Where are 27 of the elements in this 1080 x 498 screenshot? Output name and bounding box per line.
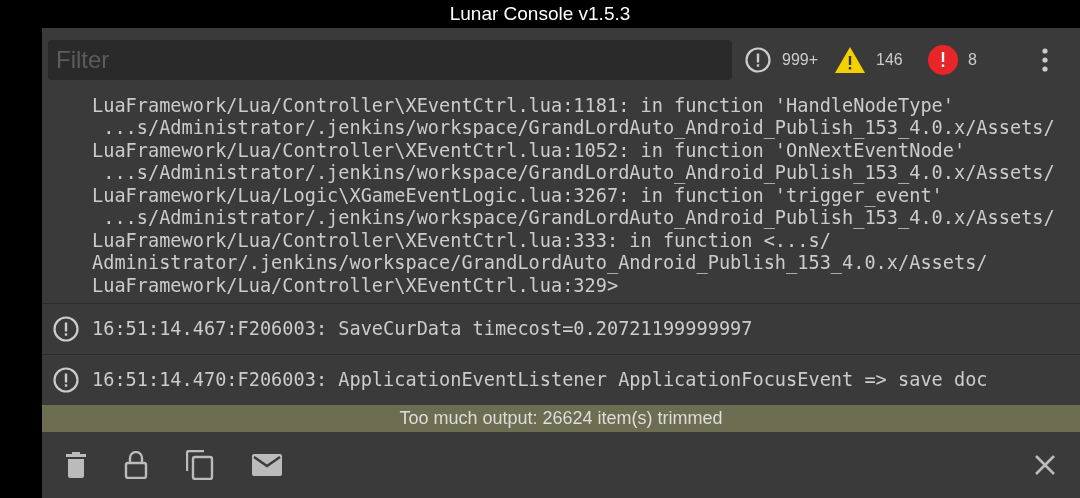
exclamation-circle-icon [744, 46, 772, 74]
window-title: Lunar Console v1.5.3 [449, 3, 631, 25]
error-icon [928, 45, 958, 75]
log-line: 16:51:14.467:F206003: SaveCurData timecost=0.20721199999997 [92, 317, 753, 341]
warning-count-button[interactable]: 146 [834, 46, 916, 74]
log-line: LuaFramework/Lua/Controller\XEventCtrl.lua:333: in function <...s/ [92, 229, 832, 252]
close-icon [1034, 454, 1056, 476]
trash-icon [66, 452, 86, 478]
log-line: 16:51:14.470:F206003: ApplicationEventListener ApplicationFocusEvent => save doc [92, 368, 988, 392]
log-line: LuaFramework/Lua/Logic\XGameEventLogic.lua:3267: in function 'trigger_event' [92, 184, 944, 207]
log-line: Administrator/.jenkins/workspace/GrandLordAuto_Android_Publish_153_4.0.x/Assets/ [92, 252, 989, 275]
log-line: LuaFramework/Lua/Controller\XEventCtrl.lua:329> [92, 274, 620, 297]
warning-icon [834, 46, 866, 74]
log-line: ...s/Administrator/.jenkins/workspace/GrandLordAuto_Android_Publish_153_4.0.x/Assets/ [102, 117, 1055, 140]
trimmed-notice: Too much output: 26624 item(s) trimmed [42, 405, 1080, 432]
log-line: LuaFramework/Lua/Controller\XEventCtrl.lua:1052: in function 'OnNextEventNode' [92, 139, 967, 162]
lock-icon [124, 451, 148, 479]
exclamation-circle-icon [52, 315, 80, 343]
exclamation-circle-icon [52, 366, 80, 394]
error-count-button[interactable]: 8 [928, 45, 1008, 75]
log-line: LuaFramework/Lua/Controller\XEventCtrl.lua:1181: in function 'HandleNodeType' [92, 94, 955, 117]
log-count-button[interactable]: 999+ [744, 46, 822, 74]
envelope-icon [252, 454, 282, 476]
more-icon [1042, 48, 1048, 72]
copy-icon [186, 450, 214, 480]
log-line: ...s/Administrator/.jenkins/workspace/GrandLordAuto_Android_Publish_153_4.0.x/Assets/ [102, 207, 1055, 230]
log-line: ...s/Administrator/.jenkins/workspace/GrandLordAuto_Android_Publish_153_4.0.x/Assets/ [102, 162, 1055, 185]
